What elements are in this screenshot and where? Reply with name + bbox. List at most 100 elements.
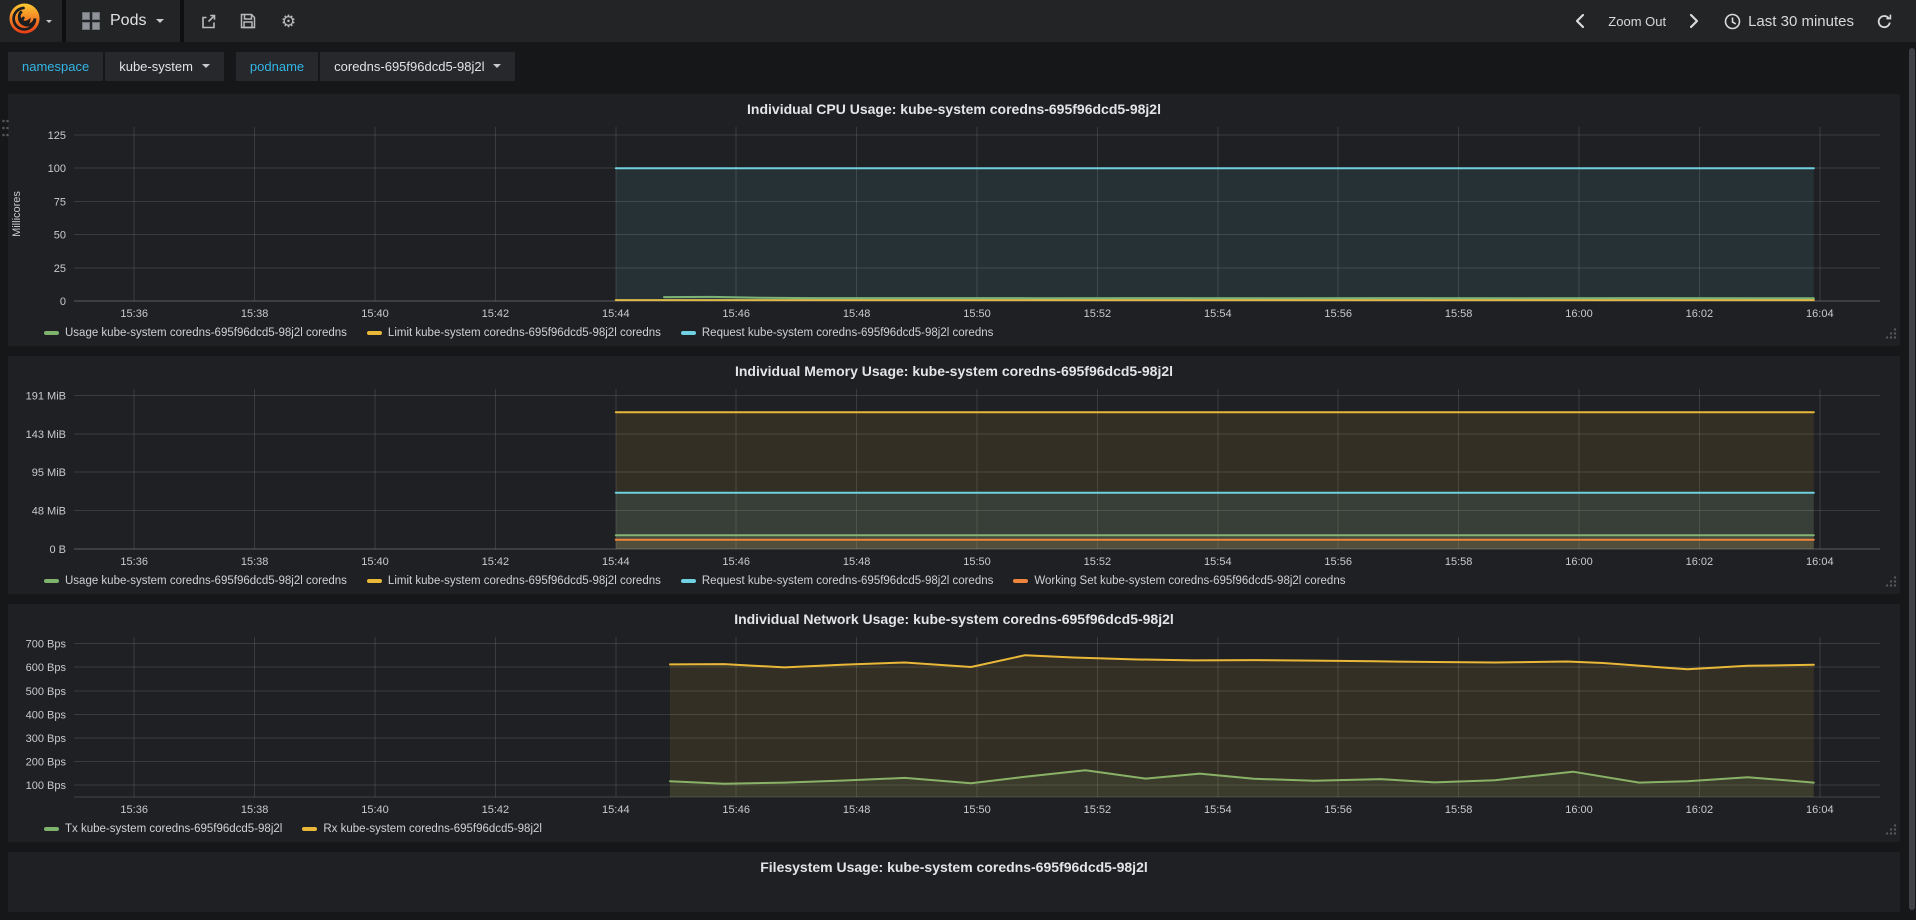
- legend-series-label: Limit kube-system coredns-695f96dcd5-98j…: [387, 327, 661, 339]
- svg-text:0: 0: [60, 296, 66, 308]
- chevron-down-icon: [201, 64, 210, 68]
- settings-gear-icon[interactable]: ⚙: [270, 3, 306, 39]
- svg-text:15:46: 15:46: [722, 556, 750, 568]
- network-usage-chart[interactable]: 15:36 15:38 15:40 15:42 15:44 15:46 15:48 15:50…: [8, 629, 1900, 821]
- svg-text:16:02: 16:02: [1686, 804, 1714, 816]
- template-variables-row: namespace kube-system podname coredns-69…: [0, 42, 1916, 90]
- legend-item[interactable]: Working Set kube-system coredns-695f96dc…: [1013, 575, 1345, 587]
- row-drag-handle[interactable]: [1, 118, 10, 145]
- time-range-picker[interactable]: Last 30 minutes: [1718, 13, 1860, 30]
- time-range-label: Last 30 minutes: [1748, 12, 1854, 30]
- save-button[interactable]: [230, 3, 266, 39]
- panel-resize-handle[interactable]: [1885, 326, 1897, 344]
- legend-item[interactable]: Usage kube-system coredns-695f96dcd5-98j…: [44, 327, 347, 339]
- panel-resize-handle[interactable]: [1885, 822, 1897, 840]
- legend-item[interactable]: Request kube-system coredns-695f96dcd5-9…: [680, 575, 994, 587]
- svg-text:95 MiB: 95 MiB: [32, 467, 66, 479]
- grafana-logo-icon: [8, 2, 41, 40]
- legend-series-label: Request kube-system coredns-695f96dcd5-9…: [701, 575, 994, 587]
- scrollbar[interactable]: [1909, 48, 1915, 910]
- zoom-out-button[interactable]: Zoom Out: [1604, 14, 1670, 29]
- grafana-main-menu[interactable]: [0, 0, 66, 42]
- podname-select[interactable]: coredns-695f96dcd5-98j2l: [320, 51, 516, 81]
- svg-text:25: 25: [54, 263, 66, 275]
- svg-text:15:40: 15:40: [361, 804, 389, 816]
- panel-cpu-usage: Individual CPU Usage: kube-system coredn…: [8, 94, 1900, 346]
- svg-text:15:42: 15:42: [482, 556, 510, 568]
- memory-chart-legend: Usage kube-system coredns-695f96dcd5-98j…: [8, 573, 1900, 594]
- svg-text:400 Bps: 400 Bps: [26, 709, 67, 721]
- legend-item[interactable]: Limit kube-system coredns-695f96dcd5-98j…: [366, 327, 661, 339]
- dashboard-picker[interactable]: Pods: [66, 0, 185, 42]
- panel-title-network[interactable]: Individual Network Usage: kube-system co…: [8, 604, 1900, 629]
- svg-text:15:44: 15:44: [602, 804, 630, 816]
- svg-text:100 Bps: 100 Bps: [26, 780, 67, 792]
- variable-namespace: namespace kube-system: [8, 51, 224, 81]
- svg-text:16:00: 16:00: [1565, 308, 1593, 320]
- panel-title-memory[interactable]: Individual Memory Usage: kube-system cor…: [8, 356, 1900, 381]
- svg-text:15:52: 15:52: [1084, 308, 1112, 320]
- legend-series-swatch: [680, 579, 696, 583]
- legend-series-swatch: [366, 331, 382, 335]
- legend-item[interactable]: Tx kube-system coredns-695f96dcd5-98j2l: [44, 823, 282, 835]
- svg-text:Millicores: Millicores: [11, 191, 23, 237]
- legend-series-label: Tx kube-system coredns-695f96dcd5-98j2l: [65, 823, 283, 835]
- legend-series-swatch: [44, 331, 59, 335]
- svg-text:15:54: 15:54: [1204, 308, 1232, 320]
- panel-title-cpu[interactable]: Individual CPU Usage: kube-system coredn…: [8, 94, 1900, 119]
- navbar: Pods ⚙ Zoom Out Last 30 minutes: [0, 0, 1916, 42]
- svg-text:15:36: 15:36: [120, 308, 148, 320]
- legend-item[interactable]: Usage kube-system coredns-695f96dcd5-98j…: [44, 575, 347, 587]
- svg-text:200 Bps: 200 Bps: [26, 757, 67, 769]
- panel-resize-handle[interactable]: [1885, 574, 1897, 592]
- svg-text:100: 100: [48, 163, 66, 175]
- legend-series-label: Request kube-system coredns-695f96dcd5-9…: [701, 327, 994, 339]
- svg-text:191 MiB: 191 MiB: [26, 390, 66, 402]
- svg-text:16:02: 16:02: [1686, 556, 1714, 568]
- panel-title-filesystem[interactable]: Filesystem Usage: kube-system coredns-69…: [8, 852, 1900, 877]
- dashboard-grid-icon: [82, 12, 100, 30]
- svg-text:15:38: 15:38: [241, 556, 269, 568]
- svg-text:50: 50: [54, 230, 66, 242]
- svg-text:143 MiB: 143 MiB: [26, 429, 66, 441]
- refresh-button[interactable]: [1866, 3, 1902, 39]
- memory-usage-chart[interactable]: 15:36 15:38 15:40 15:42 15:44 15:46 15:48 15:50…: [8, 381, 1900, 573]
- svg-text:15:52: 15:52: [1084, 804, 1112, 816]
- svg-text:15:50: 15:50: [963, 556, 991, 568]
- legend-item[interactable]: Request kube-system coredns-695f96dcd5-9…: [680, 327, 994, 339]
- cpu-usage-chart[interactable]: 15:36 15:38 15:40 15:42 15:44 15:46 15:48 15:50…: [8, 119, 1900, 325]
- share-button[interactable]: [190, 3, 226, 39]
- legend-item[interactable]: Rx kube-system coredns-695f96dcd5-98j2l: [302, 823, 542, 835]
- time-shift-forward-button[interactable]: [1676, 3, 1712, 39]
- svg-text:700 Bps: 700 Bps: [26, 639, 67, 651]
- time-shift-back-button[interactable]: [1562, 3, 1598, 39]
- dashboard-title: Pods: [110, 12, 147, 29]
- legend-series-swatch: [1013, 579, 1029, 583]
- svg-text:15:36: 15:36: [120, 804, 148, 816]
- svg-text:300 Bps: 300 Bps: [26, 733, 67, 745]
- svg-text:15:40: 15:40: [361, 556, 389, 568]
- svg-text:15:50: 15:50: [963, 308, 991, 320]
- svg-text:125: 125: [48, 130, 66, 142]
- svg-text:15:50: 15:50: [963, 804, 991, 816]
- svg-text:15:58: 15:58: [1445, 804, 1473, 816]
- svg-text:15:46: 15:46: [722, 804, 750, 816]
- svg-text:16:04: 16:04: [1806, 804, 1834, 816]
- svg-text:15:40: 15:40: [361, 308, 389, 320]
- svg-text:15:44: 15:44: [602, 556, 630, 568]
- namespace-select[interactable]: kube-system: [105, 51, 224, 81]
- svg-text:15:54: 15:54: [1204, 804, 1232, 816]
- chevron-down-icon: [493, 64, 502, 68]
- svg-text:16:00: 16:00: [1565, 804, 1593, 816]
- legend-series-label: Usage kube-system coredns-695f96dcd5-98j…: [65, 575, 347, 587]
- svg-text:48 MiB: 48 MiB: [32, 505, 66, 517]
- panel-filesystem-usage: Filesystem Usage: kube-system coredns-69…: [8, 852, 1900, 912]
- legend-item[interactable]: Limit kube-system coredns-695f96dcd5-98j…: [366, 575, 661, 587]
- legend-series-label: Usage kube-system coredns-695f96dcd5-98j…: [65, 327, 347, 339]
- legend-series-swatch: [366, 579, 382, 583]
- svg-text:15:56: 15:56: [1324, 556, 1352, 568]
- legend-series-swatch: [680, 331, 696, 335]
- svg-text:15:48: 15:48: [843, 804, 871, 816]
- svg-text:15:58: 15:58: [1445, 556, 1473, 568]
- variable-podname: podname coredns-695f96dcd5-98j2l: [235, 51, 516, 81]
